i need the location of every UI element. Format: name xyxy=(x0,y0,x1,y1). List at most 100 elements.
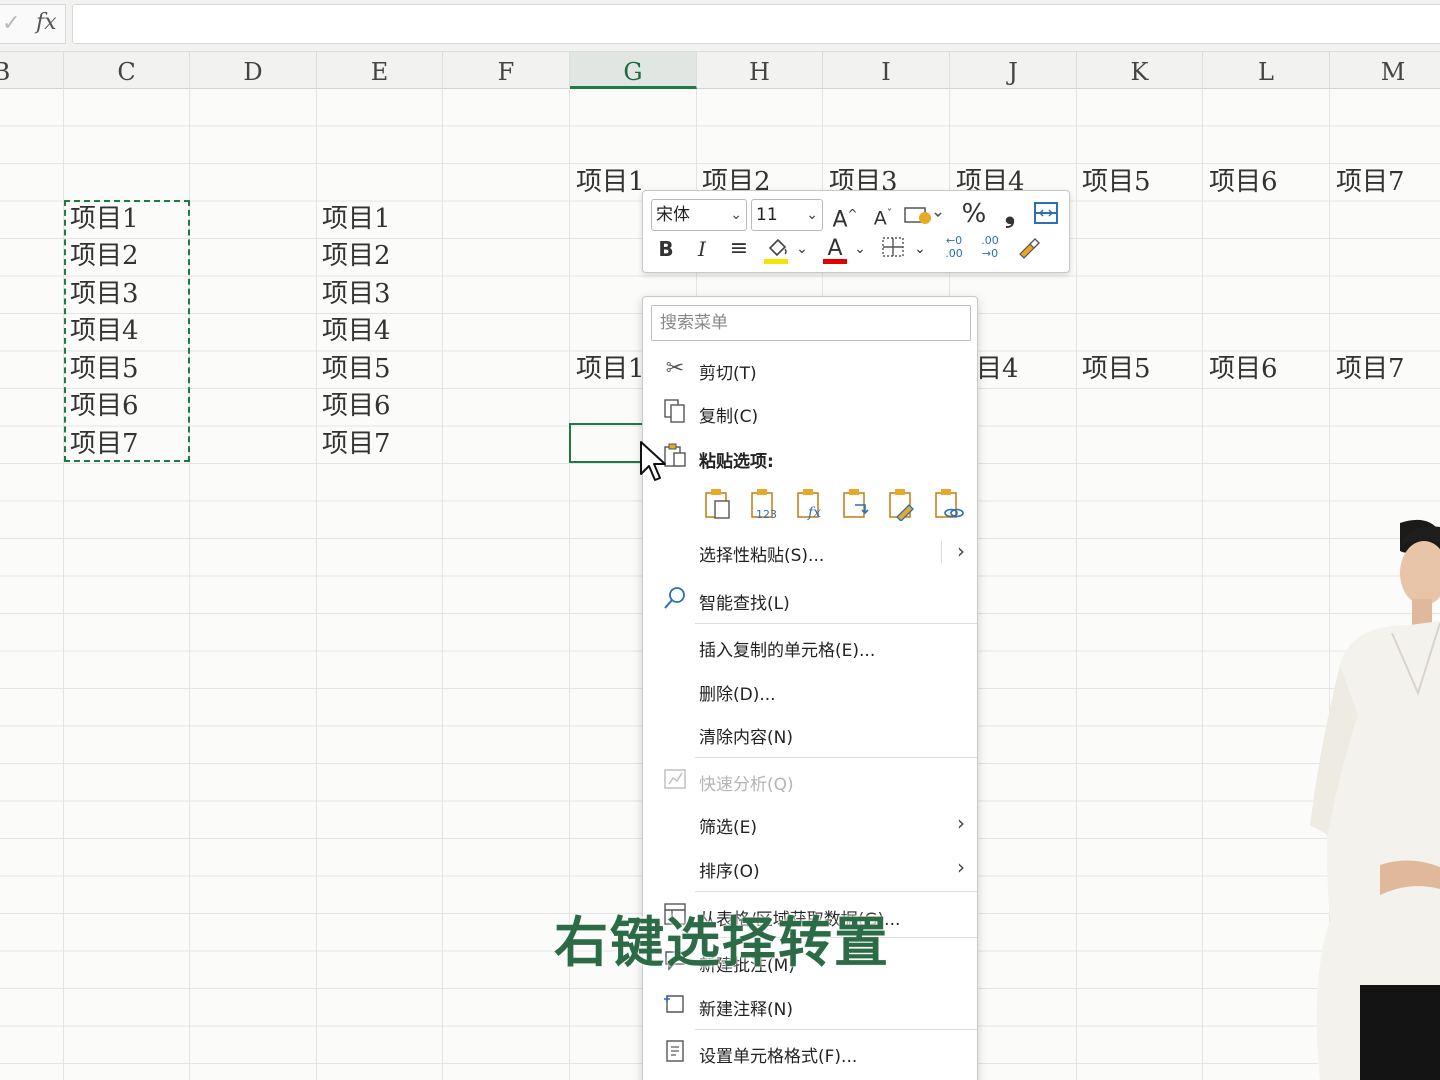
paste-options-row: 123 fx xyxy=(699,487,979,527)
paste-transpose-icon[interactable] xyxy=(839,487,873,521)
chevron-right-icon: › xyxy=(957,539,965,563)
grid-line xyxy=(1076,89,1077,1080)
align-center-button[interactable]: ≡ xyxy=(725,234,753,264)
menu-item-label: 插入复制的单元格(E)... xyxy=(699,641,876,661)
fill-color-button[interactable] xyxy=(761,234,791,264)
svg-text:123: 123 xyxy=(756,508,777,521)
copy-icon xyxy=(661,398,689,426)
menu-item-filter[interactable]: 筛选(E) › xyxy=(643,805,977,845)
paste-formulas-icon[interactable]: fx xyxy=(793,487,827,521)
increase-font-size-button[interactable]: A^ xyxy=(831,199,859,232)
menu-item-label: 排序(O) xyxy=(699,862,760,882)
cell-e9[interactable]: 项目6 xyxy=(322,388,391,425)
cell-m8[interactable]: 项目7 xyxy=(1336,351,1405,388)
menu-item-paste-special[interactable]: 选择性粘贴(S)... › xyxy=(643,533,977,573)
menu-separator xyxy=(695,1029,977,1030)
cell-k8[interactable]: 项目5 xyxy=(1082,351,1151,388)
cell-e10[interactable]: 项目7 xyxy=(322,426,391,463)
menu-item-label: 复制(C) xyxy=(699,407,759,427)
menu-item-label: 快速分析(Q) xyxy=(699,775,794,795)
decrease-font-icon: A xyxy=(873,207,887,230)
italic-button[interactable]: I xyxy=(689,234,715,264)
cell-l3[interactable]: 项目6 xyxy=(1209,164,1278,201)
menu-item-clear-contents[interactable]: 清除内容(N) xyxy=(643,715,977,755)
align-center-icon: ≡ xyxy=(729,236,749,261)
col-header-i[interactable]: I xyxy=(823,52,950,89)
fill-color-dropdown[interactable]: ⌄ xyxy=(793,234,811,264)
cell-m3[interactable]: 项目7 xyxy=(1336,164,1405,201)
paste-values-icon[interactable]: 123 xyxy=(747,487,781,521)
menu-item-format-cells[interactable]: 设置单元格格式(F)... xyxy=(643,1034,977,1074)
bold-button[interactable]: B xyxy=(653,234,679,264)
format-painter-button[interactable] xyxy=(1013,234,1043,264)
cell-e6[interactable]: 项目3 xyxy=(322,276,391,313)
menu-search-input[interactable]: 搜索菜单 xyxy=(651,305,971,341)
enter-check-icon[interactable]: ✓ xyxy=(2,11,20,36)
decrease-decimal-icon: .00 →0 xyxy=(981,234,999,260)
formula-input[interactable] xyxy=(72,4,1440,44)
percent-style-button[interactable]: % xyxy=(959,199,989,229)
cell-e8[interactable]: 项目5 xyxy=(322,351,391,388)
menu-item-label: 粘贴选项: xyxy=(699,452,774,472)
video-caption: 右键选择转置 xyxy=(554,911,890,974)
borders-icon xyxy=(882,237,904,257)
quick-analysis-icon xyxy=(661,766,689,794)
menu-item-delete[interactable]: 删除(D)... xyxy=(643,672,977,712)
font-size-select[interactable]: 11 ⌄ xyxy=(751,199,823,231)
col-header-k[interactable]: K xyxy=(1077,52,1203,89)
cell-e5[interactable]: 项目2 xyxy=(322,238,391,275)
menu-item-paste-options: 粘贴选项: xyxy=(643,439,977,479)
merge-center-button[interactable] xyxy=(1031,199,1061,229)
chevron-right-icon: › xyxy=(957,855,965,879)
font-color-button[interactable]: A xyxy=(821,234,849,264)
menu-item-new-note[interactable]: 新建注释(N) xyxy=(643,987,977,1027)
col-header-b[interactable]: B xyxy=(0,52,64,89)
comma-style-button[interactable]: ❟ xyxy=(997,199,1023,229)
mouse-cursor-icon xyxy=(640,441,666,481)
merge-cells-icon xyxy=(1034,202,1058,224)
menu-item-copy[interactable]: 复制(C) xyxy=(643,394,977,434)
paste-formatting-icon[interactable] xyxy=(885,487,919,522)
menu-item-label: 筛选(E) xyxy=(699,818,758,838)
cell-g3[interactable]: 项目1 xyxy=(576,164,645,201)
col-header-j[interactable]: J xyxy=(950,52,1077,89)
menu-item-smart-lookup[interactable]: 智能查找(L) xyxy=(643,581,977,621)
increase-decimal-button[interactable]: ←0 .00 xyxy=(939,234,969,264)
grid-line xyxy=(1202,89,1203,1080)
col-header-l[interactable]: L xyxy=(1203,52,1330,89)
copy-marquee xyxy=(64,200,190,462)
accounting-format-button[interactable] xyxy=(903,199,943,229)
cell-e4[interactable]: 项目1 xyxy=(322,201,391,238)
col-header-f[interactable]: F xyxy=(443,52,570,89)
menu-separator xyxy=(695,757,977,758)
col-header-e[interactable]: E xyxy=(317,52,443,89)
col-header-m[interactable]: M xyxy=(1330,52,1440,89)
col-header-c[interactable]: C xyxy=(64,52,190,89)
increase-decimal-icon: ←0 .00 xyxy=(945,234,963,260)
paste-link-icon[interactable] xyxy=(931,487,965,521)
font-color-icon: A xyxy=(827,236,843,261)
search-icon xyxy=(661,585,689,613)
col-header-d[interactable]: D xyxy=(190,52,317,89)
borders-button[interactable] xyxy=(879,234,907,264)
cell-l8[interactable]: 项目6 xyxy=(1209,351,1278,388)
col-header-h[interactable]: H xyxy=(697,52,823,89)
cell-e7[interactable]: 项目4 xyxy=(322,313,391,350)
decrease-font-size-button[interactable]: Aˇ xyxy=(869,199,897,229)
insert-function-button[interactable]: fx xyxy=(36,10,57,35)
cell-j8[interactable]: 目4 xyxy=(976,351,1019,388)
cell-k3[interactable]: 项目5 xyxy=(1082,164,1151,201)
borders-dropdown[interactable]: ⌄ xyxy=(911,234,929,264)
menu-item-cut[interactable]: ✂ 剪切(T) xyxy=(643,351,977,391)
grid-line xyxy=(316,89,317,1080)
paint-bucket-icon xyxy=(768,238,787,257)
font-color-dropdown[interactable]: ⌄ xyxy=(851,234,869,264)
col-header-g[interactable]: G xyxy=(570,52,697,89)
menu-item-insert-copied-cells[interactable]: 插入复制的单元格(E)... xyxy=(643,628,977,668)
decrease-decimal-button[interactable]: .00 →0 xyxy=(975,234,1005,264)
font-color-swatch xyxy=(823,259,847,264)
menu-item-sort[interactable]: 排序(O) › xyxy=(643,849,977,889)
font-name-select[interactable]: 宋体 ⌄ xyxy=(651,199,747,231)
paste-icon[interactable] xyxy=(701,487,735,521)
cell-g8[interactable]: 项目1 xyxy=(576,351,645,388)
